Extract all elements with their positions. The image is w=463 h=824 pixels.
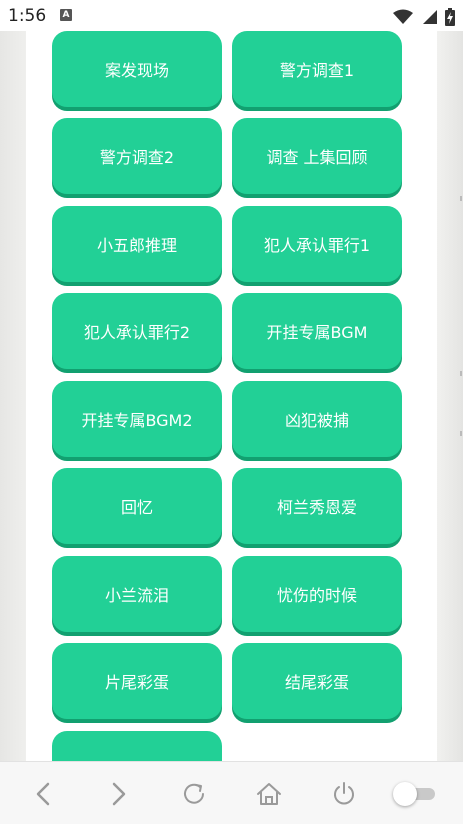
cellular-signal-icon (422, 9, 437, 24)
forward-icon (112, 782, 126, 806)
home-button[interactable] (251, 776, 287, 812)
sound-button-9[interactable]: 开挂专属BGM2 (52, 381, 222, 457)
notification-icon: A (60, 9, 72, 21)
wifi-icon (392, 9, 413, 24)
back-button[interactable] (26, 776, 62, 812)
sound-button-17[interactable] (52, 731, 222, 761)
toggle-knob (393, 782, 417, 806)
sound-button-7[interactable]: 犯人承认罪行2 (52, 293, 222, 369)
refresh-button[interactable] (176, 776, 212, 812)
sound-button-6[interactable]: 犯人承认罪行1 (232, 206, 402, 282)
button-panel[interactable]: 案发现场 警方调查1 警方调查2 调查 上集回顾 小五郎推理 犯人承认罪行1 犯… (26, 31, 437, 761)
toggle-switch[interactable] (393, 780, 437, 806)
forward-button[interactable] (100, 776, 136, 812)
sound-button-3[interactable]: 警方调查2 (52, 118, 222, 194)
browser-nav-bar (0, 761, 463, 824)
sound-button-15[interactable]: 片尾彩蛋 (52, 643, 222, 719)
home-icon (257, 783, 281, 805)
edge-mark (460, 371, 462, 376)
sound-button-5[interactable]: 小五郎推理 (52, 206, 222, 282)
status-time: 1:56 (8, 6, 47, 26)
status-bar: 1:56 A (0, 0, 463, 31)
sound-button-2[interactable]: 警方调查1 (232, 31, 402, 107)
sound-button-14[interactable]: 忧伤的时候 (232, 556, 402, 632)
sound-button-16[interactable]: 结尾彩蛋 (232, 643, 402, 719)
refresh-icon (184, 783, 204, 804)
power-icon (334, 782, 354, 805)
power-button[interactable] (326, 776, 362, 812)
left-margin (0, 31, 26, 761)
sound-button-8[interactable]: 开挂专属BGM (232, 293, 402, 369)
sound-button-1[interactable]: 案发现场 (52, 31, 222, 107)
back-icon (36, 782, 50, 806)
edge-mark (460, 196, 462, 201)
right-margin (437, 31, 463, 761)
sound-button-12[interactable]: 柯兰秀恩爱 (232, 468, 402, 544)
sound-button-13[interactable]: 小兰流泪 (52, 556, 222, 632)
system-icons (390, 6, 455, 26)
edge-mark (460, 431, 462, 436)
sound-button-10[interactable]: 凶犯被捕 (232, 381, 402, 457)
battery-icon (445, 7, 455, 26)
sound-button-4[interactable]: 调查 上集回顾 (232, 118, 402, 194)
sound-button-11[interactable]: 回忆 (52, 468, 222, 544)
